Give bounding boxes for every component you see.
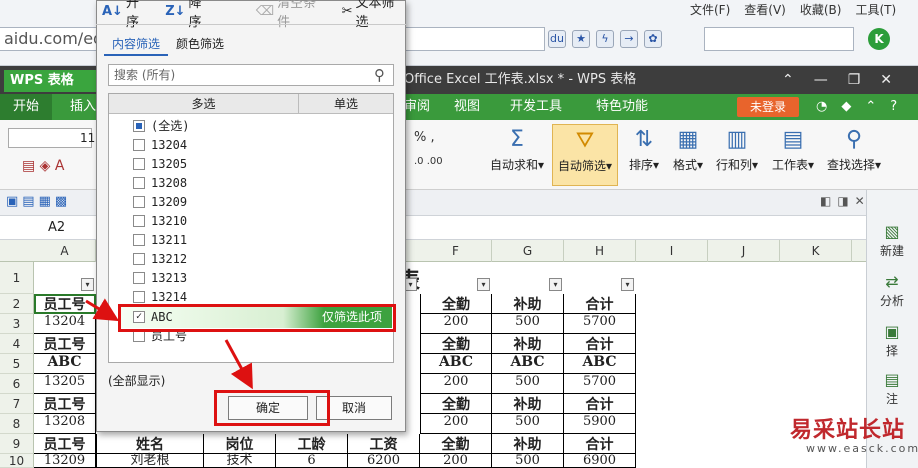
arrow-to-ok	[224, 339, 253, 390]
arrow-to-abc	[85, 298, 120, 322]
annotation-arrows	[85, 298, 253, 390]
